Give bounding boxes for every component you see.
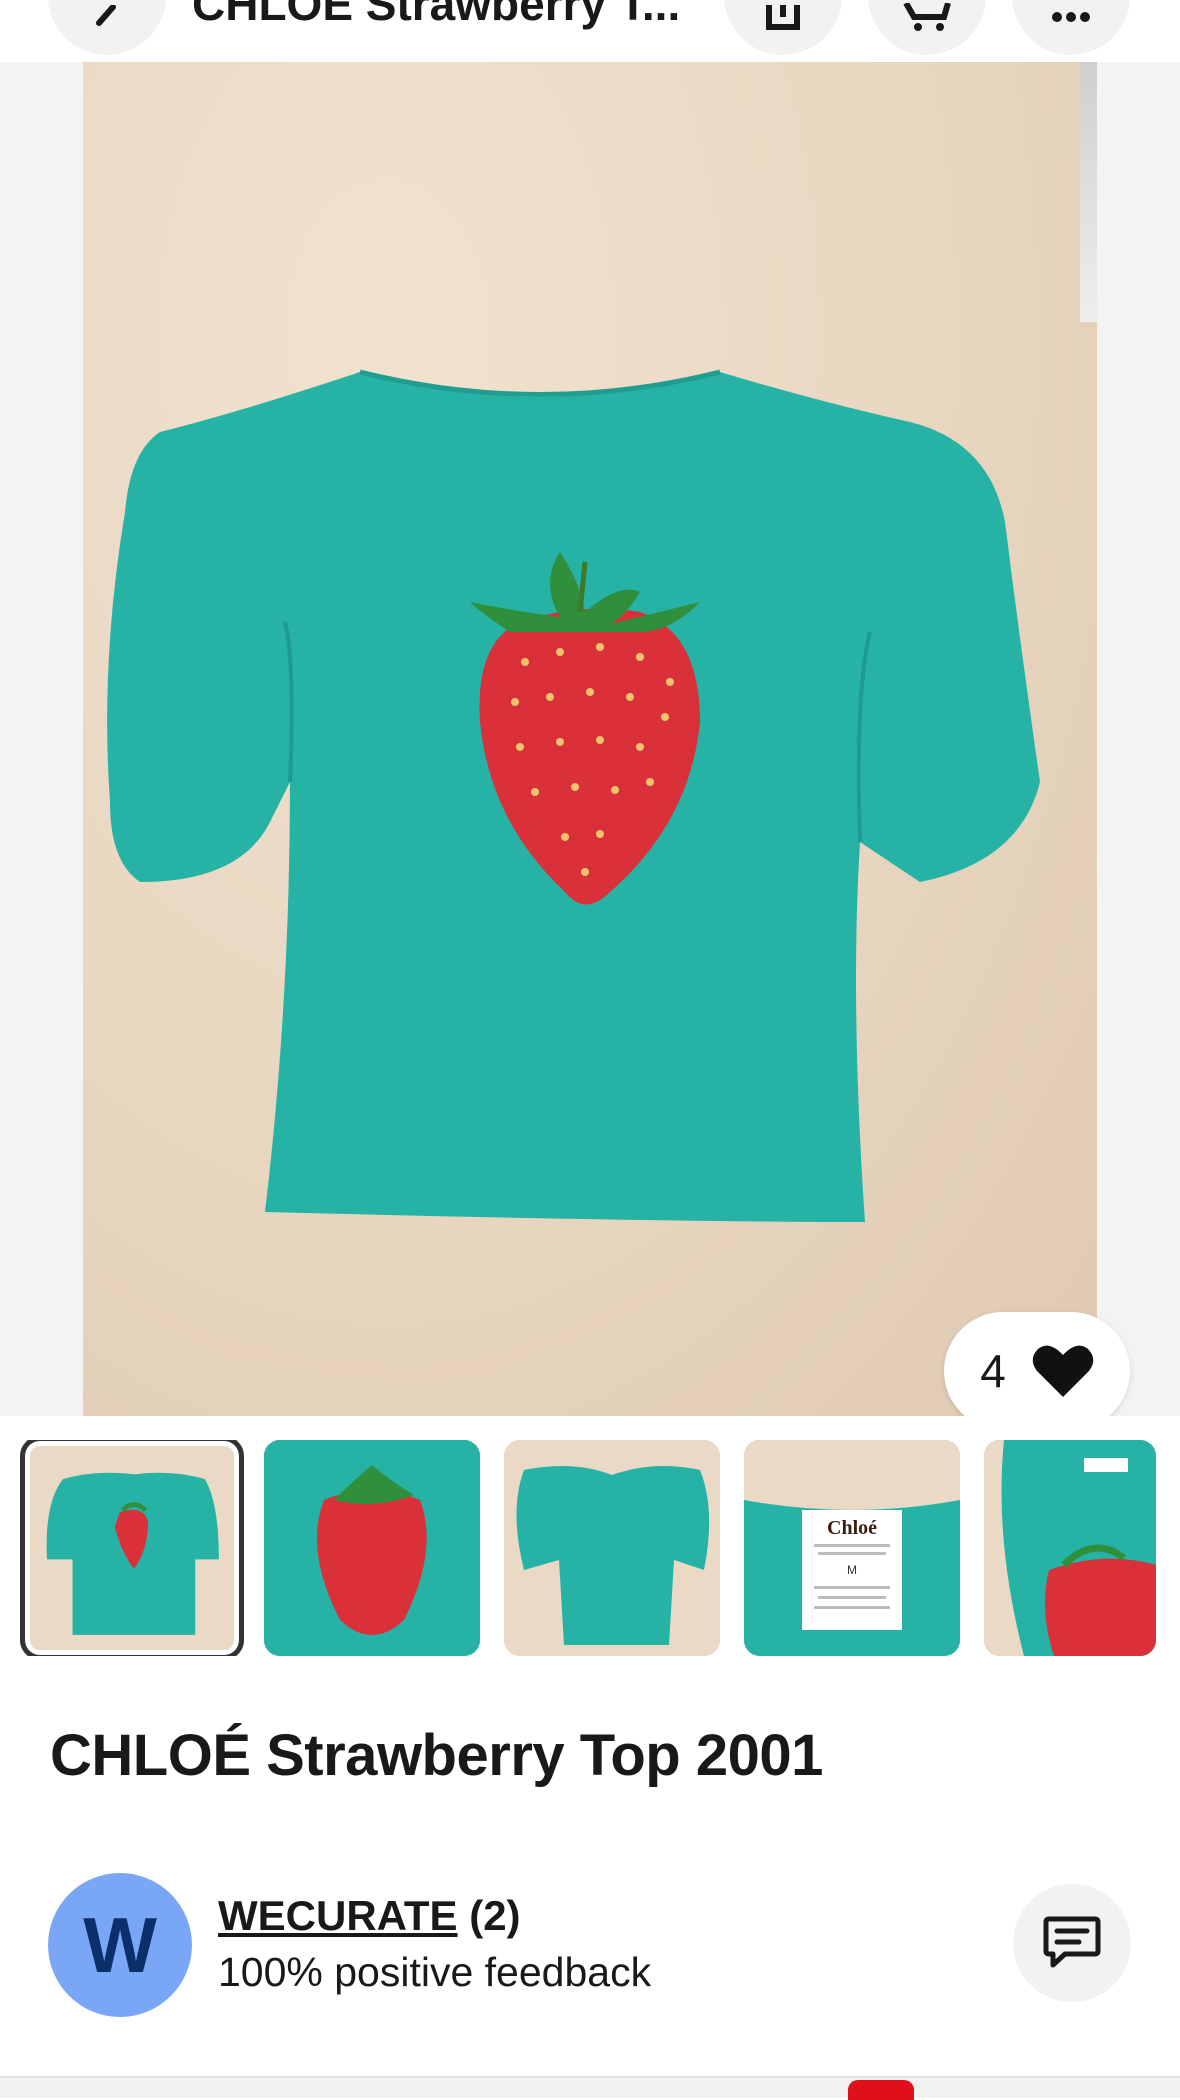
seller-avatar[interactable]: W [48,1873,192,2017]
photo-edge [1080,62,1097,322]
seller-section: W WECURATE (2) 100% positive feedback [0,1868,1180,2018]
heart-icon [1032,1345,1094,1397]
bottom-action-indicator[interactable] [848,2080,914,2100]
item-title: CHLOÉ Strawberry Top 2001 [50,1723,823,1788]
teal-shirt-image [107,369,1040,1222]
cart-button[interactable] [868,0,986,55]
thumbnail-2[interactable] [264,1440,480,1656]
page-title: CHLOÉ Strawberry T... [192,0,681,30]
thumbnail-care-label: Chloé M [744,1440,960,1656]
seller-feedback-count: (2) [469,1892,521,1939]
thumbnail-strip: Chloé M [0,1440,1180,1656]
thumbnail-shirt-back [504,1440,720,1656]
thumbnail-shirt-front [30,1446,234,1650]
message-seller-button[interactable] [1013,1884,1131,2002]
thumbnail-strawberry-closeup [264,1440,480,1656]
bottom-bar [0,2076,1180,2098]
thumbnail-5[interactable] [984,1440,1156,1656]
favorite-button[interactable]: 4 [944,1312,1130,1416]
top-bar: CHLOÉ Strawberry T... [0,0,1180,62]
back-button[interactable] [48,0,166,55]
more-icon [1052,12,1090,22]
thumbnail-neck-label [984,1440,1156,1656]
share-icon [766,5,800,30]
thumbnail-4[interactable]: Chloé M [744,1440,960,1656]
seller-feedback-text: 100% positive feedback [218,1949,652,1995]
thumbnail-3[interactable] [504,1440,720,1656]
chevron-left-icon [96,5,116,26]
seller-name-line: WECURATE (2) [218,1892,521,1940]
seller-name-link[interactable]: WECURATE [218,1892,458,1939]
more-button[interactable] [1012,0,1130,55]
main-product-image[interactable]: 4 [0,62,1180,1416]
favorite-count: 4 [980,1345,1006,1397]
chat-icon [1043,1916,1101,1968]
thumbnail-1[interactable] [20,1440,244,1656]
label-brand: Chloé [827,1517,877,1539]
label-size: M [847,1563,857,1577]
share-button[interactable] [724,0,842,55]
cart-icon [903,3,951,31]
